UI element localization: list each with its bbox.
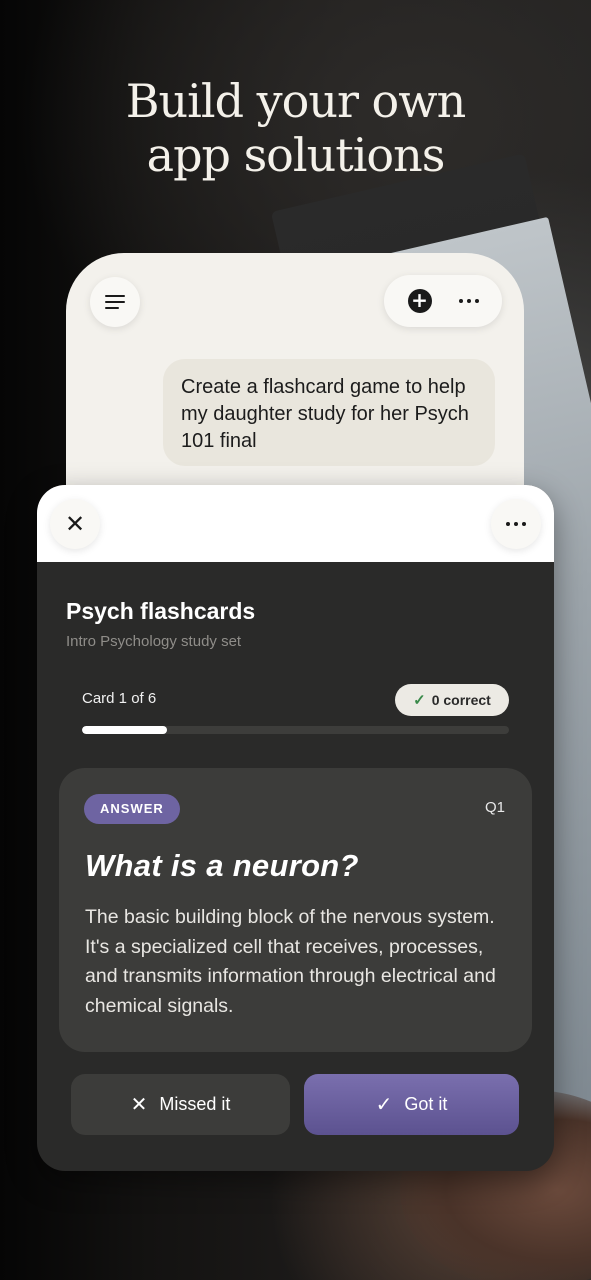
flashcard[interactable]: ANSWER Q1 What is a neuron? The basic bu… <box>59 768 532 1052</box>
progress-bar <box>82 726 509 734</box>
close-icon: ✕ <box>130 1094 148 1116</box>
missed-it-label: Missed it <box>159 1094 231 1114</box>
new-chat-icon[interactable]: + <box>407 289 432 313</box>
user-message: Create a flashcard game to help my daugh… <box>163 359 495 466</box>
question-number: Q1 <box>484 799 505 816</box>
got-it-button[interactable]: ✓ Got it <box>304 1074 519 1135</box>
question-text: What is a neuron? <box>85 848 359 883</box>
progress-label: Card 1 of 6 <box>82 690 157 707</box>
more-options-button[interactable] <box>491 499 541 549</box>
card-state-badge: ANSWER <box>84 794 180 824</box>
menu-icon <box>105 295 125 309</box>
answer-text: The basic building block of the nervous … <box>85 906 496 1017</box>
chat-actions: + <box>384 275 502 327</box>
artifact-header: ✕ <box>37 485 554 562</box>
menu-button[interactable] <box>90 277 140 327</box>
headline-line-1: Build your own <box>125 74 467 128</box>
headline: Build your own app solutions <box>0 74 591 182</box>
artifact-panel: ✕ Psych flashcards Intro Psychology stud… <box>37 485 554 1171</box>
progress-fill <box>82 726 168 734</box>
check-icon: ✓ <box>413 692 426 709</box>
flashcards-subtitle: Intro Psychology study set <box>66 633 242 650</box>
correct-count-badge: ✓ 0 correct <box>395 684 509 716</box>
headline-line-2: app solutions <box>146 128 446 182</box>
check-icon: ✓ <box>375 1094 393 1116</box>
close-button[interactable]: ✕ <box>50 499 100 549</box>
got-it-label: Got it <box>404 1094 448 1114</box>
more-icon <box>506 522 526 526</box>
more-icon[interactable] <box>458 299 479 303</box>
flashcards-title: Psych flashcards <box>66 598 256 624</box>
correct-count-label: 0 correct <box>431 692 491 708</box>
missed-it-button[interactable]: ✕ Missed it <box>71 1074 290 1135</box>
close-icon: ✕ <box>64 510 86 538</box>
